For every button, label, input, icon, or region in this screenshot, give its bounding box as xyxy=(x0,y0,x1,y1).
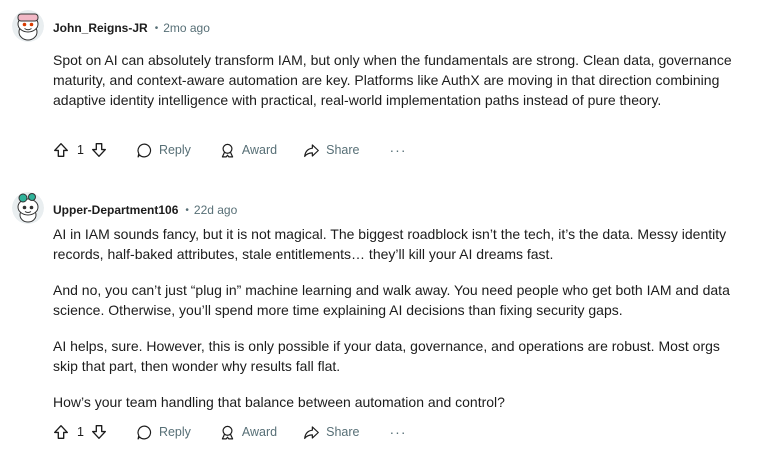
share-icon xyxy=(304,425,320,439)
vote-count: 1 xyxy=(77,143,84,157)
comment-paragraph: How’s your team handling that balance be… xyxy=(53,394,505,410)
timestamp[interactable]: 22d ago xyxy=(194,203,237,217)
vote-controls: 1 xyxy=(52,141,108,159)
vote-controls: 1 xyxy=(52,423,108,441)
username[interactable]: John_Reigns-JR xyxy=(53,21,148,35)
award-icon xyxy=(221,425,234,439)
share-label: Share xyxy=(326,425,360,439)
vote-count: 1 xyxy=(77,425,84,439)
more-options-button[interactable]: ··· xyxy=(390,143,407,157)
separator-dot: • xyxy=(185,204,189,216)
comment-paragraph: AI in IAM sounds fancy, but it is not ma… xyxy=(53,226,727,262)
award-label: Award xyxy=(241,143,278,157)
award-button[interactable]: Award xyxy=(219,142,277,159)
award-icon xyxy=(221,143,234,157)
username[interactable]: Upper-Department106 xyxy=(53,203,178,217)
share-label: Share xyxy=(326,143,360,157)
comment-bubble-icon xyxy=(137,425,152,439)
award-label: Award xyxy=(241,425,278,439)
share-button[interactable]: Share xyxy=(303,424,360,441)
snoo-avatar-icon xyxy=(12,10,44,42)
comment-meta: Upper-Department106 • 22d ago xyxy=(53,201,237,219)
timestamp[interactable]: 2mo ago xyxy=(163,21,210,35)
downvote-icon[interactable] xyxy=(90,423,108,441)
snoo-avatar-icon xyxy=(12,192,44,224)
reply-button[interactable]: Reply xyxy=(136,142,191,159)
share-icon xyxy=(304,143,320,157)
award-button[interactable]: Award xyxy=(219,424,277,441)
avatar[interactable] xyxy=(12,192,44,224)
comment-bubble-icon xyxy=(137,143,152,157)
comment-body: Spot on AI can absolutely transform IAM,… xyxy=(53,50,733,110)
comment-meta: John_Reigns-JR • 2mo ago xyxy=(53,19,210,37)
comment-paragraph: And no, you can’t just “plug in” machine… xyxy=(53,282,730,318)
share-button[interactable]: Share xyxy=(303,142,360,159)
downvote-icon[interactable] xyxy=(90,141,108,159)
separator-dot: • xyxy=(154,22,159,34)
upvote-icon[interactable] xyxy=(52,141,70,159)
reply-label: Reply xyxy=(158,425,191,439)
upvote-icon[interactable] xyxy=(52,423,70,441)
reply-label: Reply xyxy=(158,143,191,157)
comment-paragraph: Spot on AI can absolutely transform IAM,… xyxy=(53,52,732,108)
comment-body: AI in IAM sounds fancy, but it is not ma… xyxy=(53,224,733,412)
comment-actions: 1 Reply Award Share ··· xyxy=(52,138,407,162)
more-options-button[interactable]: ··· xyxy=(390,425,407,439)
comment-actions: 1 Reply Award Share ··· xyxy=(52,420,407,444)
reply-button[interactable]: Reply xyxy=(136,424,191,441)
avatar[interactable] xyxy=(12,10,44,42)
comment-paragraph: AI helps, sure. However, this is only po… xyxy=(53,338,720,374)
